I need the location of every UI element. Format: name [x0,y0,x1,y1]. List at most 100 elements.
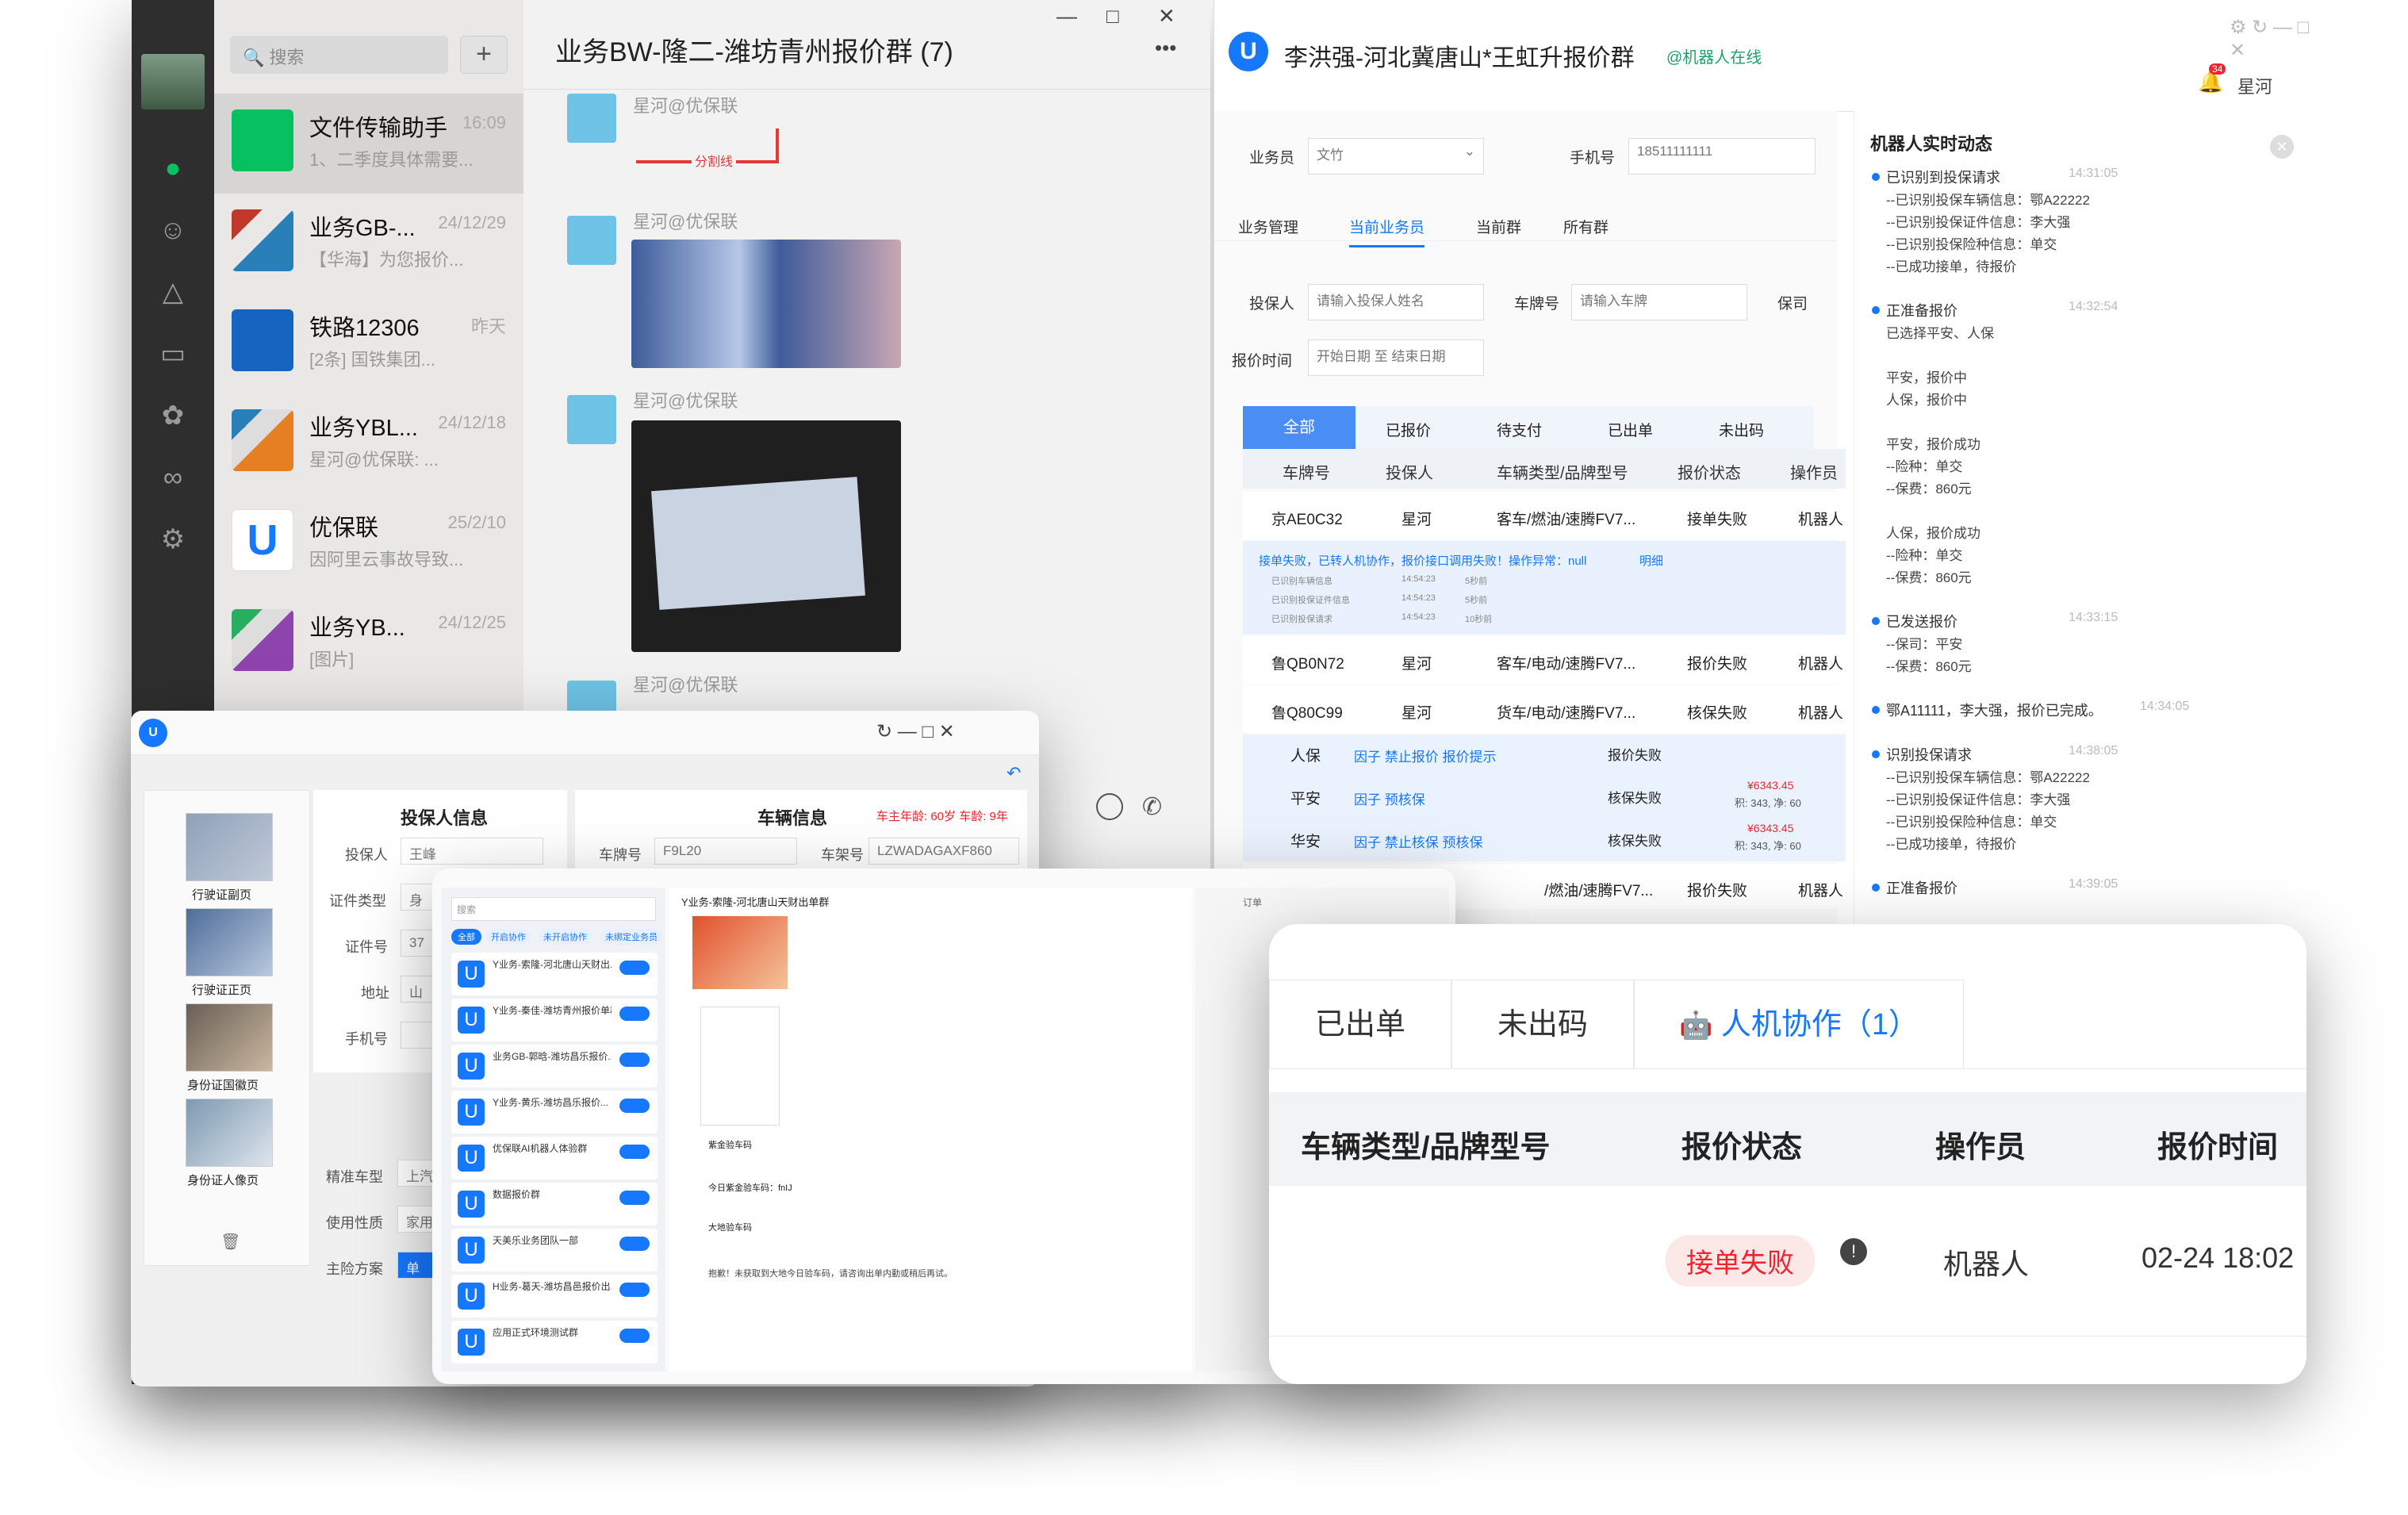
search-input[interactable]: 🔍 搜索 [230,36,448,74]
plate-input[interactable]: 请输入车牌 [1571,284,1747,320]
list-item[interactable]: U 应用正式环境测试群 [451,1321,658,1364]
table-row[interactable]: 京AE0C32 星河 客车/燃油/速腾FV7... 接单失败 机器人 [1243,492,1846,539]
tab-no-code[interactable]: 未出码 [1719,419,1764,440]
field-input[interactable]: 王峰 [401,838,543,865]
collab-toggle[interactable] [619,961,650,975]
filter-unbound[interactable]: 未绑定业务员 [600,929,662,945]
tab-quoted[interactable]: 已报价 [1386,419,1431,440]
insurer-links[interactable]: 因子 禁止核保 预核保 [1354,831,1482,851]
collab-toggle[interactable] [619,1053,650,1067]
collab-toggle[interactable] [619,1329,650,1343]
list-item[interactable]: U H业务-葛天-潍坊昌邑报价出... [451,1275,658,1317]
collab-toggle[interactable] [619,1283,650,1297]
field-value: 家用 [406,1215,433,1230]
list-item[interactable]: U 业务GB-郭晗-潍坊昌乐报价... [451,1045,658,1087]
folder-icon[interactable]: ▭ [155,336,190,371]
group-name: 天美乐业务团队一部 [493,1235,579,1246]
list-item[interactable]: U 优保联 25/2/10 因阿里云事故导致... [214,493,523,593]
group-name: 优保联AI机器人体验群 [493,1143,588,1154]
doc-thumb[interactable] [186,1003,273,1072]
filter-disabled[interactable]: 未开启协作 [539,929,592,945]
contacts-icon[interactable]: ☺ [155,213,190,247]
collab-toggle[interactable] [619,1099,650,1113]
tab-all-groups[interactable]: 所有群 [1563,216,1609,237]
insurer-links[interactable]: 因子 禁止报价 报价提示 [1354,746,1496,765]
filter-enabled[interactable]: 开启协作 [486,929,531,945]
feed-line: --已识别投保证件信息：李大强 [1886,792,2071,807]
tab-no-code[interactable]: 未出码 [1451,980,1634,1068]
sub-dur: 10秒前 [1465,615,1493,624]
tab-business[interactable]: 业务管理 [1238,216,1298,237]
add-button[interactable]: + [460,36,508,74]
list-item[interactable]: U 天美乐业务团队一部 [451,1229,658,1271]
list-item[interactable]: 文件传输助手 16:09 1、二季度具体需要... [214,94,523,194]
feed-line: --险种：单交 [1886,459,1963,474]
settings-icon[interactable]: ⚙ [155,522,190,557]
col-insured: 投保人 [1386,465,1433,482]
close-icon[interactable]: ✕ [1158,4,1175,29]
list-item[interactable]: 业务YBL... 24/12/18 星河@优保联: ... [214,393,523,493]
table-row[interactable]: 接单失败 ! 机器人 02-24 18:02 [1269,1186,2306,1337]
channels-icon[interactable]: ∞ [155,460,190,495]
salesman-select[interactable]: 文竹 ⌄ [1308,138,1484,175]
sender-avatar [567,395,616,444]
list-item[interactable]: 业务GB-... 24/12/29 【华海】为您报价... [214,194,523,293]
insurer-links[interactable]: 因子 预核保 [1354,788,1425,808]
doc-thumb[interactable] [186,1099,273,1167]
field-value: 上汽 [406,1169,433,1184]
window-controls[interactable]: ⚙ ↻ — □ ✕ [2230,16,2313,62]
moments-icon[interactable]: ✿ [155,398,190,433]
search-input[interactable]: 搜索 [451,897,656,921]
collab-toggle[interactable] [619,1191,650,1205]
list-item[interactable]: U Y业务-索隆-河北唐山天财出... [451,953,658,995]
tab-human-robot[interactable]: 🤖 人机协作（1） [1634,980,1964,1068]
list-item[interactable]: 业务YB... 24/12/25 [图片] [214,593,523,693]
minimize-icon[interactable]: — [1056,4,1077,29]
tab-current-group[interactable]: 当前群 [1476,216,1521,237]
trash-icon[interactable]: 🗑 [220,1232,240,1252]
list-item[interactable]: 铁路12306 昨天 [2条] 国铁集团... [214,293,523,393]
more-button[interactable]: ••• [1155,36,1176,60]
feed-dot [1872,173,1880,181]
sub-time: 14:54:23 [1401,593,1436,603]
license-image[interactable] [631,240,901,368]
call-icon[interactable]: ✆ [1142,793,1162,821]
tab-all[interactable]: 全部 [1243,406,1355,449]
phone-field[interactable]: 18511111111 [1628,138,1816,175]
tab-current-salesman[interactable]: 当前业务员 [1349,216,1425,247]
tab-pending-payment[interactable]: 待支付 [1497,419,1542,440]
field-input[interactable]: LZWADAGAXF860 [868,838,1019,865]
maximize-icon[interactable]: □ [1106,4,1119,29]
document-image[interactable] [700,1007,780,1126]
back-icon[interactable]: ↶ [1007,763,1021,784]
plate-placeholder: 请输入车牌 [1580,293,1647,309]
poster-image[interactable] [692,916,788,989]
doc-thumb[interactable] [186,813,273,881]
collab-toggle[interactable] [619,1145,650,1159]
collab-toggle[interactable] [619,1237,650,1251]
table-row[interactable]: 鲁Q80C99 星河 货车/电动/速腾FV7... 核保失败 机器人 [1243,685,1846,733]
avatar[interactable] [141,54,205,109]
collab-toggle[interactable] [619,1007,650,1021]
close-icon[interactable]: ✕ [2270,135,2294,159]
table-row[interactable]: 鲁QB0N72 星河 客车/电动/速腾FV7... 报价失败 机器人 [1243,636,1846,684]
list-item[interactable]: U 优保联AI机器人体验群 [451,1137,658,1179]
tab-issued[interactable]: 已出单 [1608,419,1653,440]
insured-input[interactable]: 请输入投保人姓名 [1308,284,1484,320]
doc-thumb[interactable] [186,908,273,976]
info-icon[interactable]: ! [1840,1238,1867,1265]
date-range-input[interactable]: 开始日期 至 结束日期 [1308,339,1484,376]
filter-all[interactable]: 全部 [451,929,481,945]
list-item[interactable]: U Y业务-黄乐-潍坊昌乐报价... [451,1091,658,1133]
chat-icon[interactable]: ● [155,151,190,186]
tab-issued[interactable]: 已出单 [1269,980,1451,1068]
window-controls[interactable]: ↻ — □ ✕ [876,720,955,743]
user-name: 星河 [2237,77,2273,97]
list-item[interactable]: U 数据报价群 [451,1183,658,1225]
detail-link[interactable]: 明细 [1639,552,1663,569]
id-card-image[interactable] [631,420,901,652]
list-item[interactable]: U Y业务-秦佳-潍坊青州报价单群 [451,999,658,1041]
field-input[interactable]: F9L20 [654,838,797,865]
voice-icon[interactable] [1096,793,1123,820]
cube-icon[interactable]: △ [155,274,190,309]
